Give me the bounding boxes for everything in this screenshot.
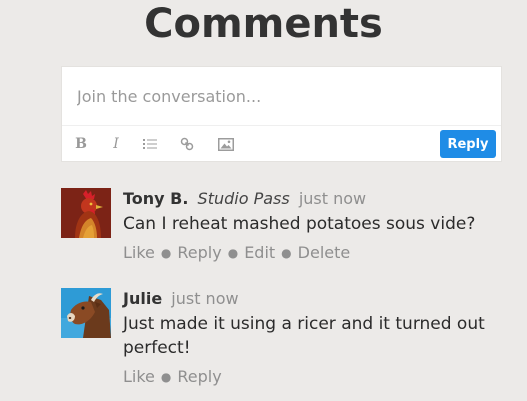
image-icon[interactable] xyxy=(217,135,235,153)
comment-meta: Tony B. Studio Pass just now xyxy=(123,188,517,210)
comment-author[interactable]: Tony B. xyxy=(123,189,188,208)
comment-meta: Julie just now xyxy=(123,288,517,310)
comment-author[interactable]: Julie xyxy=(123,289,162,308)
reply-link[interactable]: Reply xyxy=(177,243,221,262)
like-link[interactable]: Like xyxy=(123,243,155,262)
cow-avatar[interactable] xyxy=(61,288,111,338)
rooster-avatar[interactable] xyxy=(61,188,111,238)
separator-dot: ● xyxy=(227,246,239,260)
comment-actions: Like ● Reply ● Edit ● Delete xyxy=(123,242,517,264)
delete-link[interactable]: Delete xyxy=(298,243,351,262)
bold-icon[interactable]: B xyxy=(72,135,90,153)
like-link[interactable]: Like xyxy=(123,367,155,386)
comment-composer: B I Reply xyxy=(61,66,502,162)
comment-body: Tony B. Studio Pass just now Can I rehea… xyxy=(123,188,517,264)
italic-icon[interactable]: I xyxy=(107,135,125,153)
membership-badge: Studio Pass xyxy=(197,189,290,208)
page-title: Comments xyxy=(144,1,383,47)
comment-input[interactable] xyxy=(62,67,501,125)
separator-dot: ● xyxy=(281,246,292,260)
separator-dot: ● xyxy=(160,370,172,384)
edit-link[interactable]: Edit xyxy=(244,243,275,262)
comment-timestamp: just now xyxy=(171,289,239,308)
reply-link[interactable]: Reply xyxy=(177,367,221,386)
separator-dot: ● xyxy=(160,246,172,260)
link-icon[interactable] xyxy=(178,135,196,153)
comment-timestamp: just now xyxy=(298,189,367,208)
list-icon[interactable] xyxy=(141,135,159,153)
comment-text: Can I reheat mashed potatoes sous vide? xyxy=(123,214,476,234)
formatting-toolbar: B I Reply xyxy=(62,126,501,162)
comment-text: Just made it using a ricer and it turned… xyxy=(123,314,485,358)
submit-reply-button[interactable]: Reply xyxy=(440,130,496,158)
comment-actions: Like ● Reply xyxy=(123,366,517,388)
comment-body: Julie just now Just made it using a rice… xyxy=(123,288,517,388)
